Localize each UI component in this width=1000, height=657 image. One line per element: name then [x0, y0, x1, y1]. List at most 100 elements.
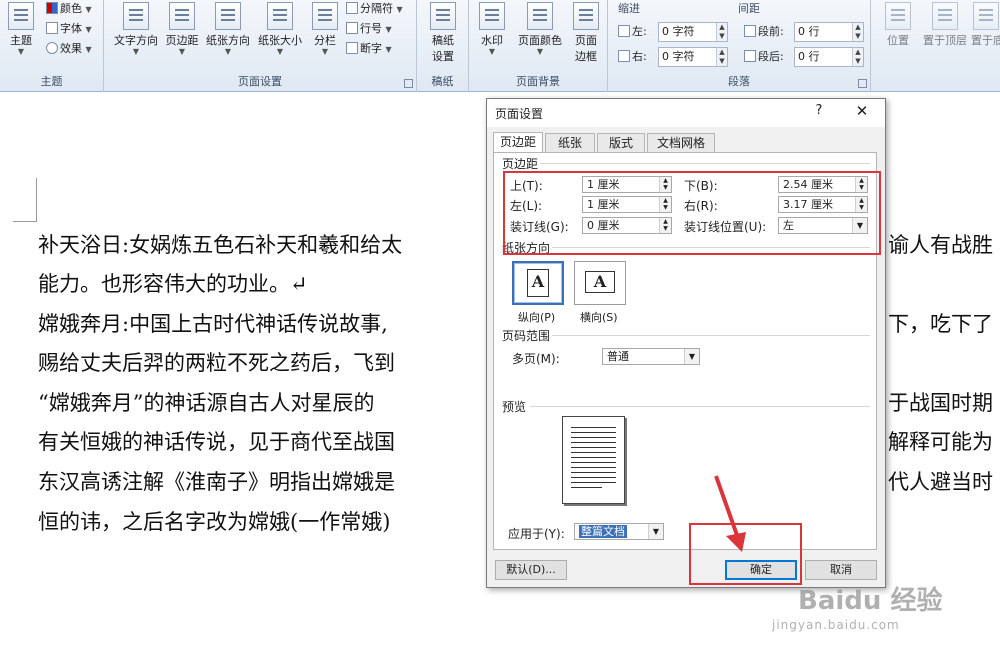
- baidu-watermark: Baidu 经验 jingyan.baidu.com: [772, 580, 992, 640]
- hyphenation-icon: [346, 42, 358, 54]
- tab-document-grid[interactable]: 文档网格: [647, 133, 715, 153]
- fonts-icon: [46, 22, 58, 34]
- line-numbers-button[interactable]: 行号 ▼: [346, 20, 392, 38]
- orientation-icon: [215, 2, 241, 30]
- indent-right-label: 右:: [618, 48, 647, 66]
- send-backward-icon: [972, 2, 999, 30]
- default-button[interactable]: 默认(D)...: [495, 560, 567, 580]
- apply-to-select[interactable]: 整篇文档 ▼: [574, 523, 664, 540]
- theme-effects-button[interactable]: 效果 ▼: [46, 40, 92, 58]
- multiple-pages-select[interactable]: 普通 ▼: [602, 348, 700, 365]
- apply-to-label: 应用于(Y):: [508, 527, 565, 541]
- page-background-group: 水印 ▼ 页面颜色 ▼ 页面 边框 页面背景: [469, 0, 608, 92]
- indent-right-field[interactable]: 0 字符 ▲ ▼: [658, 47, 728, 67]
- watermark-brand: Baidu 经验: [798, 586, 943, 616]
- paragraph-group: 缩进 间距 左: 0 字符 ▲ ▼ 右: 0 字符 ▲ ▼ 段前: 0 行 ▲ ▼ 段…: [608, 0, 871, 92]
- dialog-title: 页面设置: [495, 107, 544, 121]
- manuscript-icon: [430, 2, 456, 30]
- tab-paper[interactable]: 纸张: [545, 133, 595, 153]
- columns-icon: [312, 2, 338, 30]
- indent-title: 缩进: [618, 2, 640, 15]
- spacing-after-label: 段后:: [744, 48, 784, 66]
- chevron-down-icon: ▼: [385, 45, 392, 54]
- margins-button[interactable]: 页边距 ▼: [162, 2, 202, 56]
- indent-left-field[interactable]: 0 字符 ▲ ▼: [658, 22, 728, 42]
- multiple-pages-label: 多页(M):: [512, 352, 560, 366]
- chevron-down-icon: ▼: [85, 25, 92, 34]
- line-numbers-icon: [346, 22, 358, 34]
- watermark-icon: [479, 2, 505, 30]
- landscape-label: 横向(S): [580, 311, 618, 324]
- margins-icon: [169, 2, 195, 30]
- page-color-button[interactable]: 页面颜色 ▼: [513, 2, 567, 56]
- chevron-down-icon: ▼: [85, 45, 92, 54]
- hyphenation-button[interactable]: 断字 ▼: [346, 40, 392, 58]
- dialog-titlebar[interactable]: 页面设置 ? ✕: [487, 99, 885, 127]
- dialog-launcher-icon[interactable]: [858, 79, 867, 88]
- effects-icon: [46, 42, 58, 54]
- chevron-down-icon: ▼: [276, 47, 284, 56]
- doc-line-7-right: 代人避当时: [888, 470, 993, 494]
- spinner-icon[interactable]: ▲ ▼: [716, 23, 727, 41]
- send-backward-button[interactable]: 置于底: [971, 2, 1000, 48]
- chevron-down-icon[interactable]: ▼: [684, 349, 699, 364]
- spinner-icon[interactable]: ▲ ▼: [852, 23, 863, 41]
- divider: [530, 406, 870, 407]
- position-button[interactable]: 位置: [879, 2, 917, 48]
- columns-button[interactable]: 分栏 ▼: [308, 2, 342, 56]
- tab-margins[interactable]: 页边距: [493, 132, 543, 154]
- chevron-down-icon: ▼: [385, 25, 392, 34]
- spacing-before-field[interactable]: 0 行 ▲ ▼: [794, 22, 864, 42]
- theme-colors-button[interactable]: 颜色 ▼: [46, 0, 92, 18]
- indent-right-icon: [618, 50, 630, 62]
- group-label: 页面设置: [238, 75, 282, 88]
- doc-line-3-right: 下，吃下了: [888, 312, 993, 336]
- spinner-icon[interactable]: ▲ ▼: [716, 48, 727, 66]
- close-icon[interactable]: ✕: [851, 102, 873, 120]
- landscape-option[interactable]: A: [574, 261, 626, 305]
- arrange-group: 位置 置于顶层 置于底: [871, 0, 1000, 92]
- group-label: 稿纸: [431, 75, 454, 88]
- orientation-button[interactable]: 纸张方向 ▼: [202, 2, 254, 56]
- preview-section-title: 预览: [502, 400, 527, 414]
- divider: [552, 335, 870, 336]
- manuscript-setup-button[interactable]: 稿纸 设置: [423, 2, 463, 64]
- bring-forward-button[interactable]: 置于顶层: [919, 2, 971, 48]
- breaks-button[interactable]: 分隔符 ▼: [346, 0, 403, 18]
- theme-fonts-button[interactable]: 字体 ▼: [46, 20, 92, 38]
- doc-line-5-right: 于战国时期: [888, 391, 993, 415]
- spacing-after-field[interactable]: 0 行 ▲ ▼: [794, 47, 864, 67]
- page-margin-corner: [13, 178, 37, 222]
- portrait-page-icon: A: [527, 269, 549, 297]
- doc-line-6-right: 解释可能为: [888, 430, 993, 454]
- paper-size-button[interactable]: 纸张大小 ▼: [254, 2, 306, 56]
- cancel-button[interactable]: 取消: [805, 560, 877, 580]
- text-direction-icon: [123, 2, 149, 30]
- group-label: 主题: [40, 75, 63, 88]
- theme-button[interactable]: 主题 ▼: [4, 2, 38, 56]
- portrait-option[interactable]: A: [512, 261, 564, 305]
- arrow-head: [726, 532, 746, 552]
- theme-group: 主题 ▼ 颜色 ▼ 字体 ▼ 效果 ▼ 主题: [0, 0, 104, 92]
- breaks-icon: [346, 2, 358, 14]
- spinner-icon[interactable]: ▲ ▼: [852, 48, 863, 66]
- doc-line-1-right: 谕人有战胜: [888, 233, 993, 257]
- theme-icon: [8, 2, 34, 30]
- page-border-button[interactable]: 页面 边框: [569, 2, 603, 64]
- spacing-after-icon: [744, 50, 756, 62]
- indent-left-label: 左:: [618, 23, 647, 41]
- chevron-down-icon: ▼: [178, 47, 186, 56]
- landscape-page-icon: A: [585, 271, 615, 293]
- dialog-launcher-icon[interactable]: [404, 79, 413, 88]
- paint-bucket-icon: [527, 2, 553, 30]
- tab-layout[interactable]: 版式: [597, 133, 645, 153]
- text-direction-button[interactable]: 文字方向 ▼: [110, 2, 162, 56]
- watermark-button[interactable]: 水印 ▼: [475, 2, 509, 56]
- spacing-before-icon: [744, 25, 756, 37]
- help-icon[interactable]: ?: [809, 103, 829, 118]
- chevron-down-icon[interactable]: ▼: [648, 524, 663, 539]
- margins-highlight-box: [503, 171, 881, 255]
- page-border-icon: [573, 2, 599, 30]
- chevron-down-icon: ▼: [132, 47, 140, 56]
- spacing-title: 间距: [738, 2, 760, 15]
